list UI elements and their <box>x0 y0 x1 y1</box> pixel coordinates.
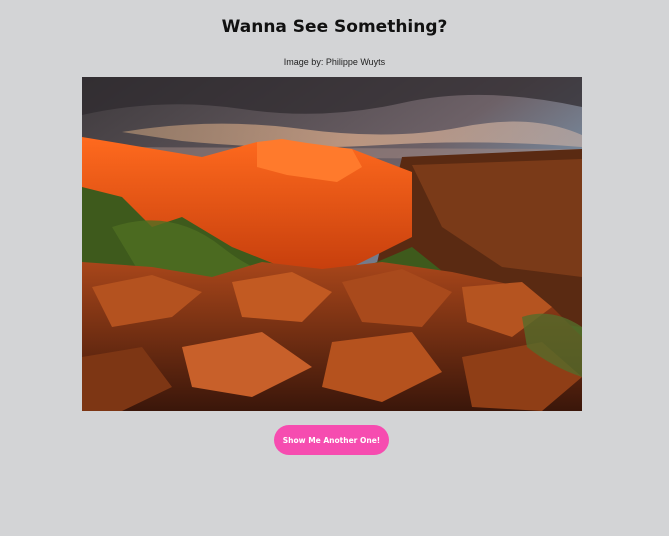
page-title: Wanna See Something? <box>221 17 448 37</box>
landscape-photo <box>82 77 582 411</box>
image-credit: Image by: Philippe Wuyts <box>283 57 386 67</box>
show-another-button[interactable]: Show Me Another One! <box>274 425 389 455</box>
